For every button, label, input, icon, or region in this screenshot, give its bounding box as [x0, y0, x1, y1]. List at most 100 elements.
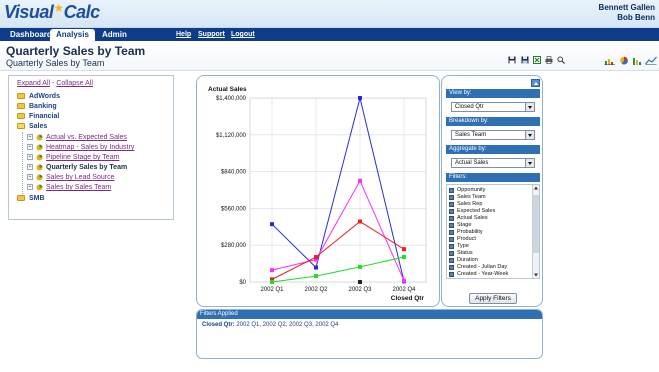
x-tick-label: 2002 Q1 [260, 287, 284, 293]
y-tick-label: $0 [239, 280, 246, 286]
user-name-line2: Bob Benn [617, 13, 655, 22]
folder-label: AdWords [29, 93, 60, 100]
report-actual-vs-expected[interactable]: + Actual vs. Expected Sales [27, 133, 172, 142]
tab-analysis[interactable]: Analysis [50, 29, 95, 41]
filter-item-label: Created - Year-Week [457, 271, 509, 277]
logout-link[interactable]: Logout [231, 29, 255, 41]
bar-chart-icon[interactable] [604, 56, 616, 65]
folder-adwords[interactable]: AdWords [17, 92, 167, 101]
data-point[interactable] [314, 274, 318, 279]
report-heatmap-sales-by-industry[interactable]: + Heatmap - Sales by Industry [27, 143, 172, 152]
report-sales-by-lead-source[interactable]: + Sales by Lead Source [27, 173, 172, 182]
report-icon [36, 134, 43, 141]
zoom-icon[interactable] [557, 56, 565, 64]
view-by-select[interactable]: Closed Qtr [451, 102, 535, 112]
data-point[interactable] [270, 280, 274, 284]
visualcalc-logo[interactable]: Visual★Calc [4, 1, 100, 23]
user-info: Bennett Gallen Bob Benn [599, 3, 655, 23]
folder-financial[interactable]: Financial [17, 112, 167, 121]
data-point[interactable] [358, 264, 362, 269]
expand-toggle-icon[interactable]: + [27, 144, 33, 150]
folder-label: Financial [29, 113, 60, 120]
y-tick-label: $1,400,000 [216, 96, 247, 102]
report-label: Sales by Sales Team [46, 184, 112, 191]
page-subtitle: Quarterly Sales by Team [6, 58, 105, 68]
expand-toggle-icon[interactable]: + [27, 184, 33, 190]
report-label: Pipeline Stage by Team [46, 154, 120, 161]
save-icon[interactable] [508, 56, 516, 64]
y-axis-title: Actual Sales [208, 86, 247, 93]
open-folder-icon [17, 123, 25, 129]
folder-icon [17, 93, 25, 99]
report-quarterly-sales-by-team[interactable]: + Quarterly Sales by Team [27, 163, 172, 172]
data-point[interactable] [314, 255, 318, 260]
expand-toggle-icon[interactable]: + [27, 174, 33, 180]
data-point[interactable] [358, 280, 362, 284]
folder-banking[interactable]: Banking [17, 102, 167, 111]
report-icon [36, 164, 43, 171]
field-icon [449, 258, 454, 263]
folder-smb[interactable]: SMB [17, 194, 167, 203]
data-point[interactable] [402, 255, 406, 260]
y-tick-label: $840,000 [221, 170, 247, 176]
x-axis-title: Closed Qtr [391, 295, 425, 302]
breakdown-by-select[interactable]: Sales Team [451, 130, 535, 140]
print-icon[interactable] [545, 56, 553, 64]
data-point[interactable] [270, 222, 274, 227]
scroll-down-arrow-icon[interactable] [534, 273, 538, 277]
aggregate-by-select[interactable]: Actual Sales [451, 158, 535, 168]
folder-label: SMB [29, 195, 45, 202]
folder-sales[interactable]: Sales [17, 122, 167, 131]
collapse-panel-icon[interactable] [531, 79, 540, 87]
data-point[interactable] [358, 96, 362, 100]
expand-toggle-icon[interactable]: + [27, 164, 33, 170]
filter-field-list[interactable]: Opportunity Sales Team Sales Rep Expecte… [446, 184, 540, 279]
report-pipeline-stage-by-team[interactable]: + Pipeline Stage by Team [27, 153, 172, 162]
field-icon [449, 244, 454, 249]
collapse-all-link[interactable]: Collapse All [56, 80, 93, 87]
field-icon [449, 223, 454, 228]
scroll-up-arrow-icon[interactable] [534, 186, 538, 190]
report-icon [36, 144, 43, 151]
expand-toggle-icon[interactable]: + [27, 154, 33, 160]
chevron-down-icon [525, 159, 534, 167]
x-tick-label: 2002 Q3 [348, 287, 372, 293]
logo-text-visual: Visual [4, 2, 54, 22]
expand-all-link[interactable]: Expand All [17, 80, 50, 87]
field-icon [449, 195, 454, 200]
apply-filters-button[interactable]: Apply Filters [469, 293, 517, 304]
aggregate-by-value: Actual Sales [455, 160, 489, 166]
excel-export-icon[interactable] [533, 56, 541, 64]
data-point[interactable] [358, 219, 362, 224]
scrollbar-thumb[interactable] [533, 195, 539, 253]
save-as-icon[interactable] [521, 56, 529, 64]
column-chart-icon[interactable] [632, 56, 644, 65]
data-point[interactable] [402, 247, 406, 252]
filter-panel: View by: Closed Qtr Breakdown by: Sales … [441, 75, 543, 307]
applied-filter-key: Closed Qtr: [202, 322, 235, 328]
line-chart[interactable]: Actual Sales Closed Qtr $0 $280,000 $560,0… [197, 76, 441, 308]
report-sales-by-sales-team[interactable]: + Sales by Sales Team [27, 183, 172, 192]
report-icon [36, 154, 43, 161]
data-point[interactable] [270, 268, 274, 273]
line-chart-icon[interactable] [645, 56, 657, 65]
expand-toggle-icon[interactable]: + [27, 134, 33, 140]
pie-chart-icon[interactable] [618, 56, 630, 65]
tree-expand-collapse: Expand All - Collapse All [17, 80, 93, 87]
user-name-line1: Bennett Gallen [598, 3, 655, 12]
chevron-down-icon [525, 103, 534, 111]
report-label: Actual vs. Expected Sales [46, 134, 127, 141]
help-link[interactable]: Help [176, 29, 191, 41]
data-point[interactable] [358, 178, 362, 183]
report-tree-panel: Expand All - Collapse All AdWords Bankin… [8, 75, 174, 220]
filters-applied-summary: Closed Qtr: 2002 Q1, 2002 Q2, 2002 Q3, 2… [202, 322, 338, 328]
top-header: Visual★Calc Bennett Gallen Bob Benn [0, 0, 659, 28]
support-link[interactable]: Support [198, 29, 225, 41]
applied-filter-value: 2002 Q1, 2002 Q2, 2002 Q3, 2002 Q4 [234, 322, 339, 328]
data-point[interactable] [402, 278, 406, 283]
field-icon [449, 230, 454, 235]
data-point[interactable] [314, 265, 318, 270]
tab-admin[interactable]: Admin [96, 29, 133, 41]
field-icon [449, 188, 454, 193]
filter-list-scrollbar[interactable] [532, 185, 539, 278]
